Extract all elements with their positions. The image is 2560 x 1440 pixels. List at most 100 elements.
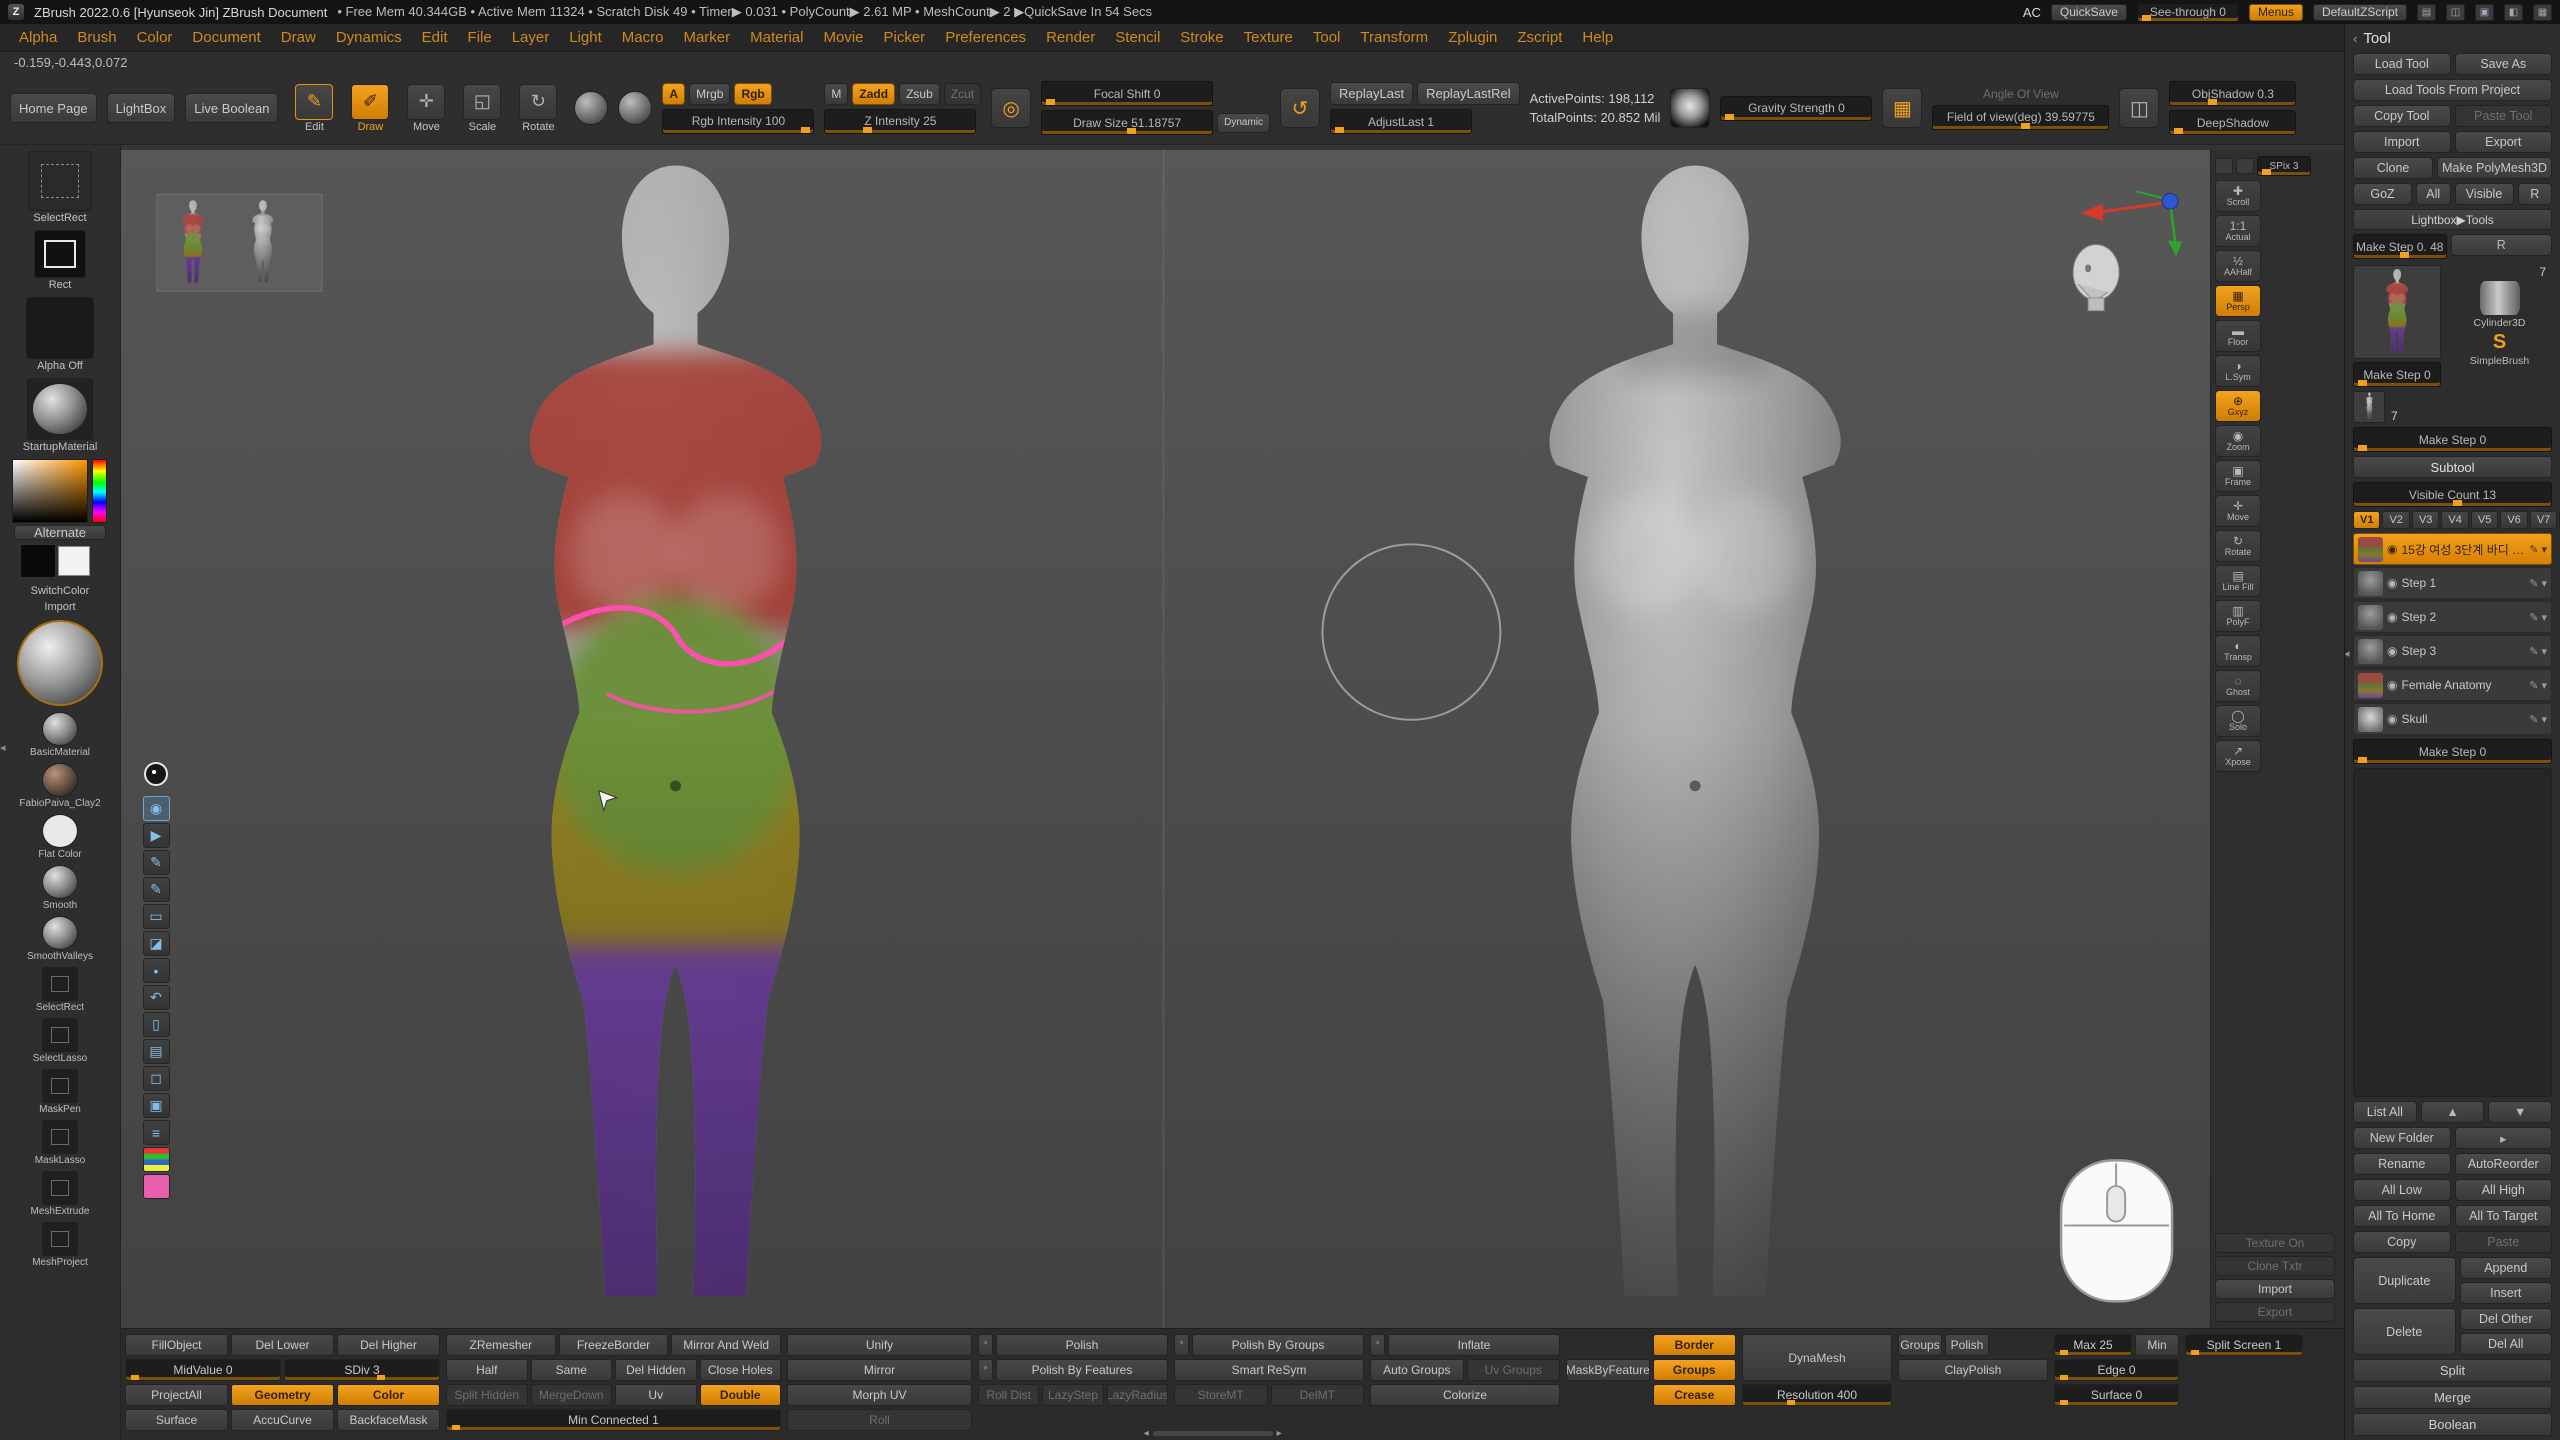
tray-button[interactable]: FreezeBorder: [559, 1334, 669, 1356]
sculpting-canvas[interactable]: ◉▶✎✎▭◪•↶▯▤◻▣≡▦■ SPix 3 ✚ Scroll: [121, 145, 2344, 1328]
tool-palette-header[interactable]: ‹ Tool: [2353, 27, 2552, 49]
tray-button[interactable]: FillObject: [125, 1334, 228, 1356]
delete-button[interactable]: Delete: [2353, 1308, 2456, 1355]
right-shelf-button[interactable]: ✛ Move: [2215, 495, 2261, 527]
see-through-slider[interactable]: See-through 0: [2137, 3, 2239, 22]
move-down-icon[interactable]: ▼: [2488, 1101, 2552, 1123]
tray-button[interactable]: Split Hidden: [446, 1384, 528, 1406]
cylinder3d-thumbnail[interactable]: [2479, 280, 2521, 316]
make-step-slider-top[interactable]: Make Step 0. 48: [2353, 234, 2447, 259]
tray-button[interactable]: Close Holes: [700, 1359, 782, 1381]
subtool-view-tab[interactable]: V5: [2471, 511, 2498, 529]
menu-item[interactable]: Zscript: [1508, 27, 1571, 48]
focal-shift-slider[interactable]: Focal Shift 0: [1041, 81, 1213, 106]
tray-button[interactable]: Surface: [125, 1409, 228, 1431]
menu-item[interactable]: Alpha: [10, 27, 66, 48]
tray-button[interactable]: StoreMT: [1174, 1384, 1268, 1406]
split-section-bar[interactable]: Split: [2353, 1359, 2552, 1382]
deep-shadow-slider[interactable]: DeepShadow: [2169, 110, 2296, 135]
hue-strip[interactable]: [92, 459, 107, 523]
tray-button[interactable]: Smart ReSym: [1174, 1359, 1364, 1381]
quick-pick-item[interactable]: Smooth: [42, 865, 78, 914]
canvas-tool-icon[interactable]: ▭: [143, 904, 170, 929]
draw-size-slider[interactable]: Draw Size 51.18757: [1041, 110, 1213, 135]
tray-button[interactable]: Crease: [1653, 1384, 1737, 1406]
tray-button[interactable]: LazyRadius: [1107, 1384, 1168, 1406]
shelf-dots-icon[interactable]: [2236, 158, 2254, 174]
new-folder-button[interactable]: New Folder: [2353, 1127, 2451, 1149]
sidebar-collapse-arrow[interactable]: ◂: [0, 741, 6, 754]
tray-button[interactable]: Same: [531, 1359, 613, 1381]
menu-item[interactable]: Tool: [1304, 27, 1350, 48]
tool-panel-button[interactable]: Make PolyMesh3D: [2437, 157, 2552, 179]
subtool-view-tab[interactable]: V2: [2382, 511, 2409, 529]
quick-pick-item[interactable]: MaskPen: [39, 1069, 81, 1118]
tray-button[interactable]: ClayPolish: [1898, 1359, 2048, 1381]
replay-icon[interactable]: ↺: [1280, 88, 1320, 128]
subtool-view-tab[interactable]: V6: [2500, 511, 2527, 529]
canvas-tool-icon[interactable]: ◪: [143, 931, 170, 956]
replay-last-button[interactable]: ReplayLast: [1330, 82, 1413, 105]
canvas-tool-icon[interactable]: ◉: [143, 796, 170, 821]
texture-sphere-icon[interactable]: [574, 91, 608, 125]
tray-button[interactable]: Uv: [615, 1384, 697, 1406]
paste-button[interactable]: Paste: [2455, 1231, 2553, 1253]
default-zscript-button[interactable]: DefaultZScript: [2313, 4, 2407, 21]
menu-item[interactable]: Texture: [1235, 27, 1302, 48]
tray-button[interactable]: Roll: [787, 1409, 972, 1431]
canvas-tool-icon[interactable]: ▶: [143, 823, 170, 848]
window-control-icon[interactable]: ▣: [2475, 4, 2494, 21]
adjust-last-slider[interactable]: AdjustLast 1: [1330, 109, 1472, 134]
replay-last-rel-button[interactable]: ReplayLastRel: [1417, 82, 1520, 105]
menu-item[interactable]: Color: [128, 27, 182, 48]
tool-panel-button[interactable]: Import: [2353, 131, 2451, 153]
quick-pick-item[interactable]: SelectRect: [36, 967, 84, 1016]
tray-button[interactable]: Half: [446, 1359, 528, 1381]
subtool-view-tab[interactable]: V7: [2530, 511, 2557, 529]
canvas-tool-icon[interactable]: ↶: [143, 985, 170, 1010]
zcut-button[interactable]: Zcut: [944, 83, 981, 105]
tool-panel-button[interactable]: R: [2518, 183, 2553, 205]
right-shelf-button[interactable]: ▦ Persp: [2215, 285, 2261, 317]
tray-button[interactable]: Double: [700, 1384, 782, 1406]
right-shelf-button[interactable]: ↻ Rotate: [2215, 530, 2261, 562]
right-shelf-button[interactable]: ◉ Zoom: [2215, 425, 2261, 457]
sidebar-picker-item[interactable]: StartupMaterial: [23, 378, 98, 457]
all-low-button[interactable]: All Low: [2353, 1179, 2451, 1201]
tray-button[interactable]: Auto Groups: [1370, 1359, 1464, 1381]
rgb-button[interactable]: Rgb: [734, 83, 771, 105]
quick-pick-item[interactable]: MaskLasso: [35, 1120, 86, 1169]
shadow-figures-icon[interactable]: ◫: [2119, 88, 2159, 128]
current-tool-thumbnail[interactable]: [2353, 265, 2441, 359]
insert-button[interactable]: Insert: [2460, 1282, 2553, 1304]
menus-button[interactable]: Menus: [2249, 4, 2303, 21]
right-shelf-button[interactable]: ✚ Scroll: [2215, 180, 2261, 212]
menu-item[interactable]: Preferences: [936, 27, 1035, 48]
subtool-row-icons[interactable]: ✎ ▾: [2529, 543, 2547, 556]
sidebar-picker-item[interactable]: Alpha Off: [26, 297, 94, 376]
tool-panel-button[interactable]: Visible: [2455, 183, 2514, 205]
canvas-tool-icon[interactable]: •: [143, 958, 170, 983]
tray-button[interactable]: MaskByFeature: [1566, 1359, 1650, 1381]
tool-panel-button[interactable]: Copy Tool: [2353, 105, 2451, 127]
tray-slider[interactable]: Max 25: [2054, 1334, 2132, 1356]
subtool-item[interactable]: ◉ Skull ✎ ▾: [2353, 703, 2552, 735]
zsub-button[interactable]: Zsub: [899, 83, 940, 105]
menu-item[interactable]: File: [459, 27, 501, 48]
menu-item[interactable]: Draw: [272, 27, 325, 48]
subtool-view-tab[interactable]: V4: [2441, 511, 2468, 529]
simplebrush-icon[interactable]: S: [2487, 330, 2513, 354]
menu-item[interactable]: Light: [560, 27, 611, 48]
move-up-icon[interactable]: ▲: [2421, 1101, 2485, 1123]
right-shelf-button[interactable]: ▬ Floor: [2215, 320, 2261, 352]
perspective-grid-icon[interactable]: ▦: [1882, 88, 1922, 128]
tray-slider[interactable]: MidValue 0: [125, 1359, 281, 1381]
menu-item[interactable]: Render: [1037, 27, 1104, 48]
live-boolean-button[interactable]: Live Boolean: [185, 93, 278, 123]
canvas-tool-icon[interactable]: ■: [143, 1174, 170, 1199]
subtool-scroll-area[interactable]: [2353, 768, 2552, 1097]
draw-size-icon[interactable]: ◎: [991, 88, 1031, 128]
tray-button[interactable]: Polish: [1945, 1334, 1989, 1356]
saturation-value-square[interactable]: [12, 459, 88, 523]
tray-button[interactable]: Inflate: [1388, 1334, 1560, 1356]
